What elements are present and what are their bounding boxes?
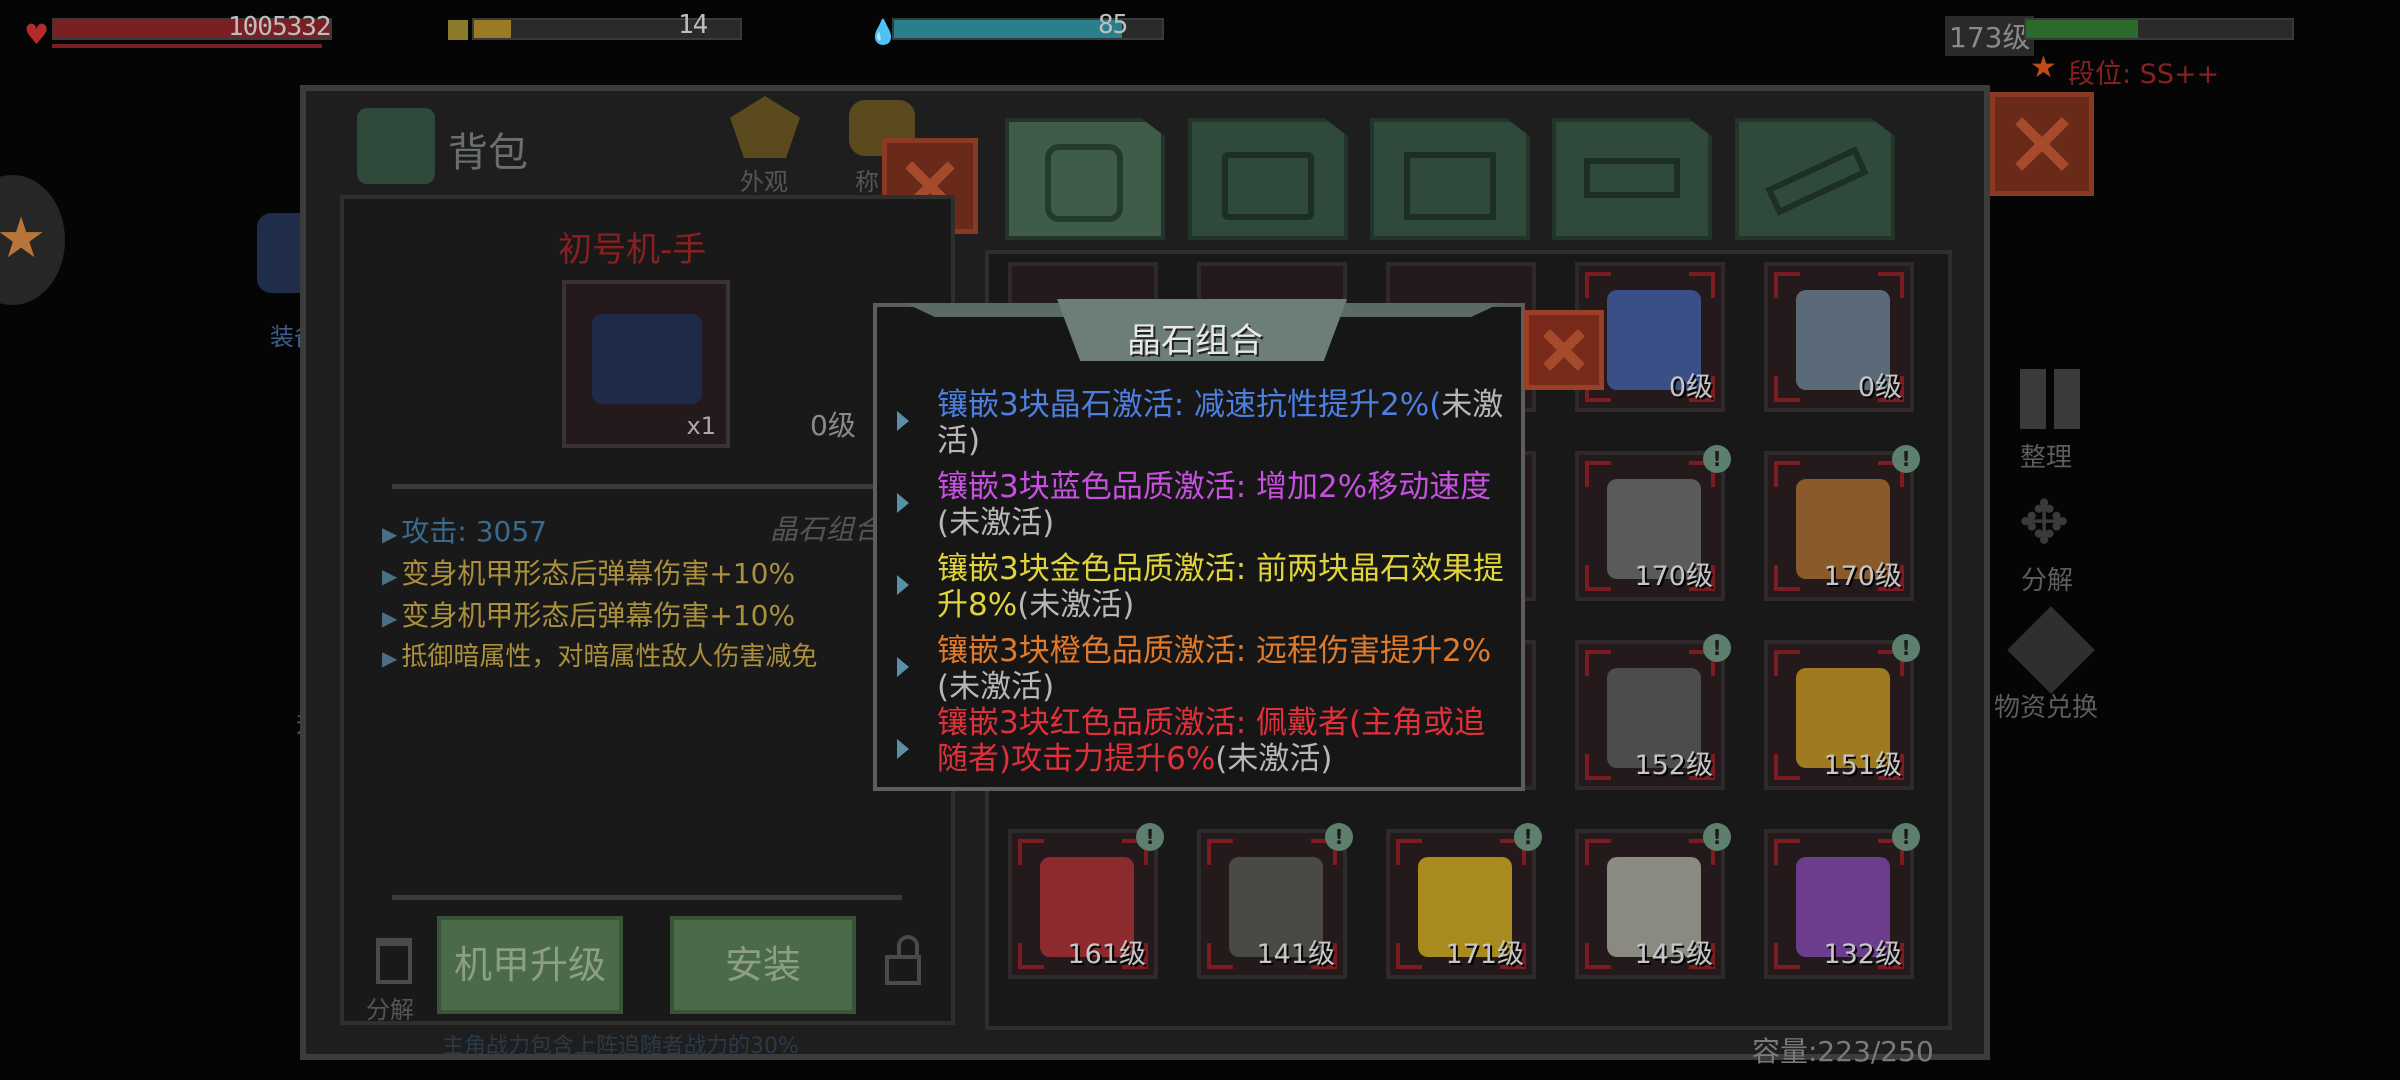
item-level: 170级	[1823, 561, 1902, 592]
item-level: 170级	[1634, 561, 1713, 592]
mech-upgrade-button[interactable]: 机甲升级	[437, 916, 623, 1014]
close-panel-button[interactable]	[1990, 92, 2094, 196]
bullet-icon	[897, 657, 909, 677]
grid-slot[interactable]: 0级	[1764, 262, 1914, 412]
item-level: 161级	[1067, 939, 1146, 970]
bullet-icon	[897, 575, 909, 595]
item-level: 151级	[1823, 750, 1902, 781]
tab-title-label: 称	[855, 168, 879, 196]
info-badge-icon: !	[1703, 823, 1731, 851]
popup-title: 晶石组合	[1127, 321, 1263, 361]
item-icon-frame: x1	[562, 280, 730, 448]
star-icon: ★	[2030, 50, 2057, 85]
gem-combo-link[interactable]: 晶石组合	[770, 508, 882, 548]
sort-label: 整理	[2020, 443, 2073, 473]
exchange-label: 物资兑换	[1994, 693, 2099, 723]
medkit-icon	[1222, 152, 1314, 220]
grid-slot[interactable]: 171级!	[1386, 823, 1542, 979]
tab-medkit[interactable]	[1188, 118, 1348, 240]
info-badge-icon: !	[1136, 823, 1164, 851]
player-level: 173级	[1945, 16, 2035, 56]
trash-icon	[376, 938, 412, 984]
decompose-side-button[interactable]: ✥ 分解	[2005, 488, 2095, 598]
gem-combo-line-2: 镶嵌3块蓝色品质激活: 增加2%移动速度(未激活)	[937, 469, 1492, 541]
info-badge-icon: !	[1325, 823, 1353, 851]
heart-icon: ♥	[24, 18, 50, 51]
decompose-button[interactable]: 分解	[362, 930, 426, 1024]
xp-bar	[2024, 18, 2294, 40]
attribute-line: ▶ 变身机甲形态后弹幕伤害+10%	[382, 599, 796, 632]
decompose-side-label: 分解	[2021, 566, 2074, 596]
gem-combo-line-5: 镶嵌3块红色品质激活: 佩戴者(主角或追随者)攻击力提升6%(未激活)	[937, 705, 1486, 777]
tab-backpack[interactable]	[1005, 118, 1165, 240]
tab-appearance[interactable]: 外观	[720, 92, 810, 196]
divider	[392, 895, 902, 900]
info-badge-icon: !	[1514, 823, 1542, 851]
decompose-label: 分解	[366, 996, 414, 1024]
item-level: 141级	[1256, 939, 1335, 970]
exchange-icon	[2007, 606, 2095, 694]
item-level: 152级	[1634, 750, 1713, 781]
backpack-icon	[1045, 144, 1123, 222]
gem-combo-line-1: 镶嵌3块晶石激活: 减速抗性提升2%(未激活)	[937, 387, 1504, 459]
bullet-icon	[897, 411, 909, 431]
gem-combo-line-3: 镶嵌3块金色品质激活: 前两块晶石效果提升8%(未激活)	[937, 551, 1505, 623]
backpack-icon	[357, 108, 435, 184]
info-badge-icon: !	[1703, 634, 1731, 662]
tab-materials[interactable]	[1370, 118, 1530, 240]
energy-value: 14	[678, 10, 708, 40]
info-badge-icon: !	[1703, 445, 1731, 473]
info-badge-icon: !	[1892, 823, 1920, 851]
grid-slot[interactable]: 141级!	[1197, 823, 1353, 979]
item-level: 132级	[1823, 939, 1902, 970]
gem-combo-line-4: 镶嵌3块橙色品质激活: 远程伤害提升2%(未激活)	[937, 633, 1492, 705]
item-level: 145级	[1634, 939, 1713, 970]
attribute-attack: ▶ 攻击: 3057	[382, 515, 547, 548]
item-name: 初号机-手	[558, 230, 707, 270]
item-count: x1	[686, 412, 716, 440]
info-badge-icon: !	[1892, 634, 1920, 662]
materials-icon	[1404, 152, 1496, 220]
grid-slot[interactable]: 170级!	[1764, 445, 1920, 601]
grid-sort-icon	[2020, 369, 2080, 429]
grid-slot[interactable]: 132级!	[1764, 823, 1920, 979]
capacity-text: 容量:223/250	[1752, 1035, 1934, 1068]
bullet-icon	[897, 493, 909, 513]
tab-tools[interactable]	[1735, 118, 1895, 240]
panel-title: 背包	[448, 130, 528, 176]
star-icon: ★	[0, 206, 47, 271]
item-level: 0级	[1668, 372, 1713, 403]
tab-weapons[interactable]	[1552, 118, 1712, 240]
grid-slot[interactable]: 145级!	[1575, 823, 1731, 979]
grid-slot[interactable]: 152级!	[1575, 634, 1731, 790]
install-button[interactable]: 安装	[670, 916, 856, 1014]
item-level: 171级	[1445, 939, 1524, 970]
move-arrows-icon: ✥	[2019, 488, 2070, 558]
attribute-line: ▶ 变身机甲形态后弹幕伤害+10%	[382, 557, 796, 590]
item-level: 0级	[1857, 372, 1902, 403]
exchange-button[interactable]: 物资兑换	[1990, 606, 2110, 725]
item-level: 0级	[810, 409, 856, 442]
water-value: 85	[1098, 10, 1128, 40]
pistol-icon	[1584, 158, 1680, 198]
grid-slot[interactable]: 151级!	[1764, 634, 1920, 790]
gem-combo-popup: 晶石组合 镶嵌3块晶石激活: 减速抗性提升2%(未激活) 镶嵌3块蓝色品质激活:…	[873, 299, 1525, 791]
grid-slot[interactable]: 161级!	[1008, 823, 1164, 979]
tab-appearance-label: 外观	[740, 168, 788, 196]
sort-button[interactable]: 整理	[2010, 365, 2090, 475]
wrench-icon	[1765, 146, 1869, 216]
emblem-icon	[730, 96, 800, 158]
rank-text: 段位: SS++	[2068, 59, 2220, 90]
energy-icon	[448, 20, 468, 40]
bullet-icon	[897, 739, 909, 759]
grid-slot[interactable]: 170级!	[1575, 445, 1731, 601]
popup-close-button[interactable]	[1524, 310, 1604, 390]
attribute-line: ▶ 抵御暗属性，对暗属性敌人伤害减免	[382, 642, 818, 672]
health-value: 1005332	[228, 12, 332, 42]
mech-hand-icon	[592, 314, 702, 404]
divider	[392, 484, 912, 489]
footer-text: 主角战力包含上阵追随者战力的30%	[442, 1034, 799, 1059]
unlock-icon[interactable]	[885, 935, 921, 985]
info-badge-icon: !	[1892, 445, 1920, 473]
